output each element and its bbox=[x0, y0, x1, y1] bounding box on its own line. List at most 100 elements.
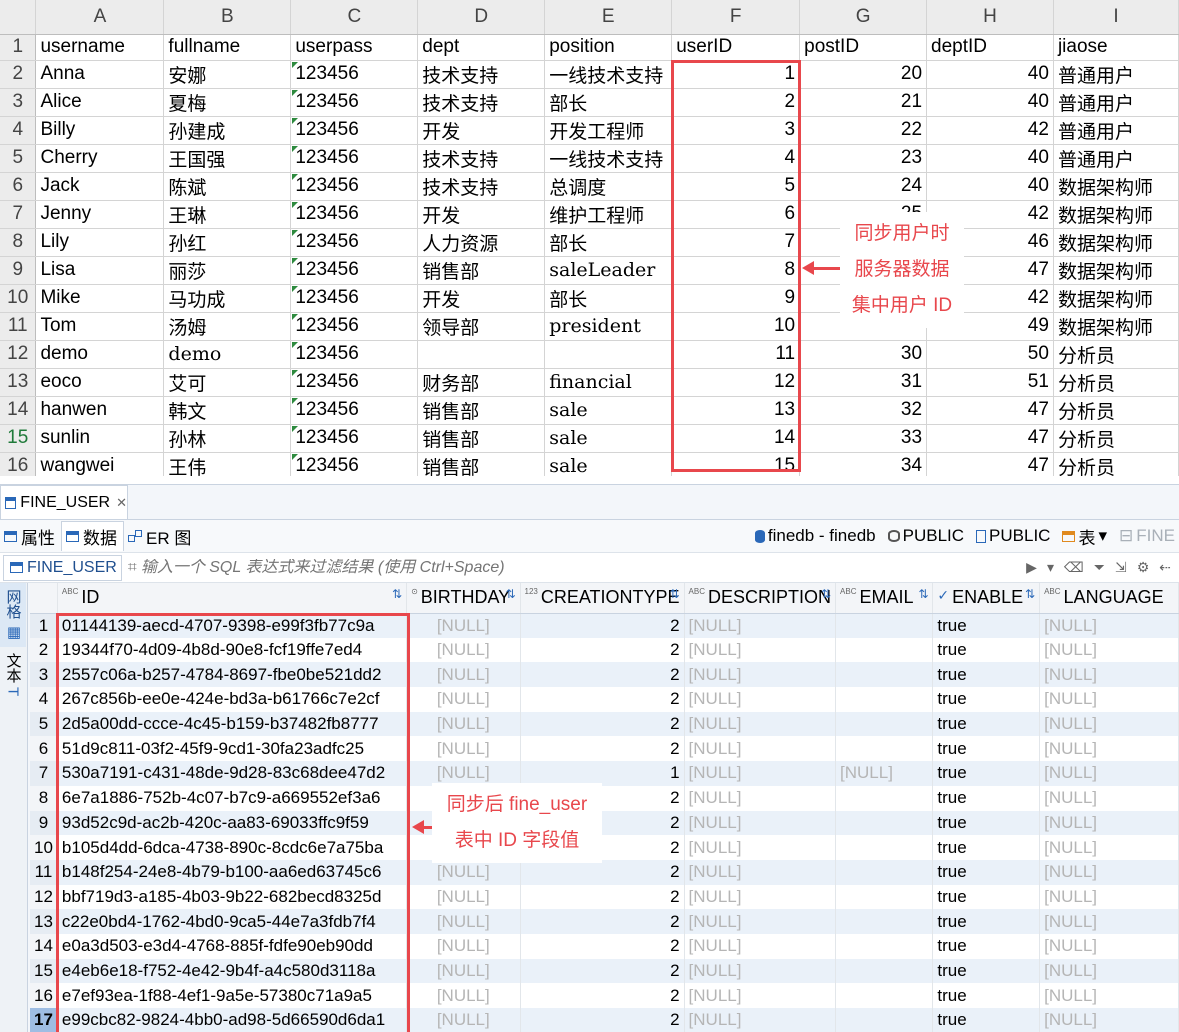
cell-email[interactable] bbox=[835, 983, 934, 1008]
cell-id[interactable]: 01144139-aecd-4707-9398-e99f3fb77c9a bbox=[57, 613, 408, 638]
row-number[interactable]: 8 bbox=[0, 228, 37, 257]
row-number[interactable]: 3 bbox=[0, 88, 37, 117]
cell-ctype[interactable]: 2 bbox=[520, 662, 685, 688]
table-row[interactable]: 7 530a7191-c431-48de-9d28-83c68dee47d2 [NU… bbox=[30, 761, 1179, 786]
cell-jiaose[interactable]: 普通用户 bbox=[1053, 88, 1179, 117]
cell-jiaose[interactable]: 数据架构师 bbox=[1053, 256, 1179, 285]
tab-text[interactable]: 文本 T bbox=[0, 647, 26, 702]
row-number[interactable]: 10 bbox=[0, 284, 37, 313]
cell-lang[interactable]: [NULL] bbox=[1039, 637, 1179, 663]
tab-grid[interactable]: 网格 ▦ bbox=[0, 583, 26, 647]
cell-position[interactable]: 开发工程师 bbox=[544, 116, 673, 145]
editor-tab-fine-user[interactable]: FINE_USER ✕ bbox=[0, 485, 128, 519]
table-row[interactable]: 86e7a1886-752b-4c07-b7c9-a669552ef3a6 [NU… bbox=[30, 785, 1179, 811]
cell-position[interactable]: 维护工程师 bbox=[544, 200, 673, 229]
cell-lang[interactable]: [NULL] bbox=[1039, 835, 1179, 860]
cell-username[interactable]: Billy bbox=[35, 116, 165, 145]
cell-desc[interactable]: [NULL] bbox=[684, 810, 837, 836]
row-number[interactable]: 4 bbox=[30, 687, 58, 712]
cell-id[interactable]: 267c856b-ee0e-424e-bd3a-b61766c7e2cf bbox=[57, 687, 408, 712]
row-number[interactable]: 8 bbox=[30, 785, 58, 811]
cell-enable[interactable]: true bbox=[932, 859, 1041, 885]
cell-lang[interactable]: [NULL] bbox=[1039, 958, 1179, 984]
cell-dept[interactable]: 技术支持 bbox=[417, 144, 546, 173]
column-header-birthday[interactable]: ⊙ BIRTHDAY ⇅ bbox=[406, 583, 521, 614]
tab-properties[interactable]: 属性 bbox=[0, 521, 61, 551]
cell-birthday[interactable]: [NULL] bbox=[406, 711, 521, 737]
cell-jiaose[interactable]: 数据架构师 bbox=[1053, 312, 1179, 341]
header-cell[interactable]: jiaose bbox=[1053, 34, 1179, 61]
cell-position[interactable] bbox=[544, 340, 673, 369]
cell-desc[interactable]: [NULL] bbox=[684, 1008, 837, 1032]
cell-enable[interactable]: true bbox=[932, 810, 1041, 836]
cell-email[interactable] bbox=[835, 785, 934, 811]
breadcrumb-schema[interactable]: PUBLIC bbox=[887, 526, 964, 546]
cell-fullname[interactable]: 孙建成 bbox=[163, 116, 292, 145]
column-header-creationtype[interactable]: 123 CREATIONTYPE ⇅ bbox=[520, 583, 685, 614]
cell-deptid[interactable]: 47 bbox=[926, 424, 1054, 453]
cell-deptid[interactable]: 47 bbox=[926, 452, 1054, 476]
col-letter[interactable]: F bbox=[671, 0, 801, 35]
cell-lang[interactable]: [NULL] bbox=[1039, 810, 1179, 836]
header-cell[interactable]: username bbox=[35, 34, 165, 61]
sort-filter-icon[interactable]: ⇅ bbox=[505, 587, 515, 601]
row-number[interactable]: 11 bbox=[30, 859, 58, 885]
cell-enable[interactable]: true bbox=[932, 785, 1041, 811]
cell-username[interactable]: Jack bbox=[35, 172, 165, 201]
cell-userpass[interactable]: 123456 bbox=[290, 312, 419, 341]
row-number[interactable]: 5 bbox=[30, 711, 58, 737]
cell-fullname[interactable]: 艾可 bbox=[163, 368, 292, 397]
cell-enable[interactable]: true bbox=[932, 835, 1041, 860]
history-icon[interactable]: ▾ bbox=[1047, 559, 1054, 576]
cell-jiaose[interactable]: 普通用户 bbox=[1053, 116, 1179, 145]
header-cell[interactable]: deptID bbox=[926, 34, 1054, 61]
breadcrumb-type[interactable]: 表 ▾ bbox=[1062, 524, 1107, 549]
cell-enable[interactable]: true bbox=[932, 933, 1041, 959]
cell-userpass[interactable]: 123456 bbox=[290, 200, 419, 229]
header-cell[interactable]: dept bbox=[417, 34, 546, 61]
cell-deptid[interactable]: 40 bbox=[926, 144, 1054, 173]
cell-deptid[interactable]: 51 bbox=[926, 368, 1054, 397]
cell-lang[interactable]: [NULL] bbox=[1039, 662, 1179, 688]
cell-userid[interactable]: 8 bbox=[671, 256, 801, 285]
header-cell[interactable]: userID bbox=[671, 34, 801, 61]
cell-username[interactable]: hanwen bbox=[35, 396, 165, 425]
cell-userid[interactable]: 14 bbox=[671, 424, 801, 453]
sort-filter-icon[interactable]: ⇅ bbox=[821, 587, 831, 601]
cell-position[interactable]: president bbox=[544, 312, 673, 341]
cell-desc[interactable]: [NULL] bbox=[684, 736, 837, 762]
cell-userpass[interactable]: 123456 bbox=[290, 396, 419, 425]
cell-birthday[interactable]: [NULL] bbox=[406, 859, 521, 885]
cell-enable[interactable]: true bbox=[932, 761, 1041, 786]
cell-ctype[interactable]: 2 bbox=[520, 933, 685, 959]
cell-enable[interactable]: true bbox=[932, 983, 1041, 1008]
cell-lang[interactable]: [NULL] bbox=[1039, 687, 1179, 712]
cell-email[interactable] bbox=[835, 687, 934, 712]
cell-ctype[interactable]: 2 bbox=[520, 909, 685, 934]
cell-desc[interactable]: [NULL] bbox=[684, 711, 837, 737]
cell-birthday[interactable]: [NULL] bbox=[406, 662, 521, 688]
cell-postid[interactable]: 30 bbox=[799, 340, 928, 369]
cell-id[interactable]: c22e0bd4-1762-4bd0-9ca5-44e7a3fdb7f4 bbox=[57, 909, 408, 934]
cell-id[interactable]: e7ef93ea-1f88-4ef1-9a5e-57380c71a9a5 bbox=[57, 983, 408, 1008]
cell-fullname[interactable]: 安娜 bbox=[163, 60, 292, 89]
cell-jiaose[interactable]: 数据架构师 bbox=[1053, 284, 1179, 313]
row-number[interactable]: 14 bbox=[30, 933, 58, 959]
cell-userpass[interactable]: 123456 bbox=[290, 116, 419, 145]
cell-userid[interactable]: 9 bbox=[671, 284, 801, 313]
cell-userid[interactable]: 5 bbox=[671, 172, 801, 201]
table-row[interactable]: 13 c22e0bd4-1762-4bd0-9ca5-44e7a3fdb7f4 [N… bbox=[30, 909, 1179, 934]
cell-username[interactable]: demo bbox=[35, 340, 165, 369]
eraser-icon[interactable]: ⌫ bbox=[1064, 559, 1084, 576]
cell-dept[interactable]: 开发 bbox=[417, 284, 546, 313]
cell-ctype[interactable]: 2 bbox=[520, 736, 685, 762]
row-number[interactable]: 16 bbox=[0, 452, 37, 476]
cell-ctype[interactable]: 2 bbox=[520, 1008, 685, 1032]
row-number[interactable]: 17 bbox=[30, 1008, 58, 1032]
cell-id[interactable]: 530a7191-c431-48de-9d28-83c68dee47d2 bbox=[57, 761, 408, 786]
cell-id[interactable]: 2557c06a-b257-4784-8697-fbe0be521dd2 bbox=[57, 662, 408, 688]
row-number[interactable]: 2 bbox=[0, 60, 37, 89]
breadcrumb-connection[interactable]: finedb - finedb bbox=[754, 526, 876, 546]
cell-fullname[interactable]: 陈斌 bbox=[163, 172, 292, 201]
chevron-down-icon[interactable]: ▾ bbox=[1098, 526, 1107, 546]
